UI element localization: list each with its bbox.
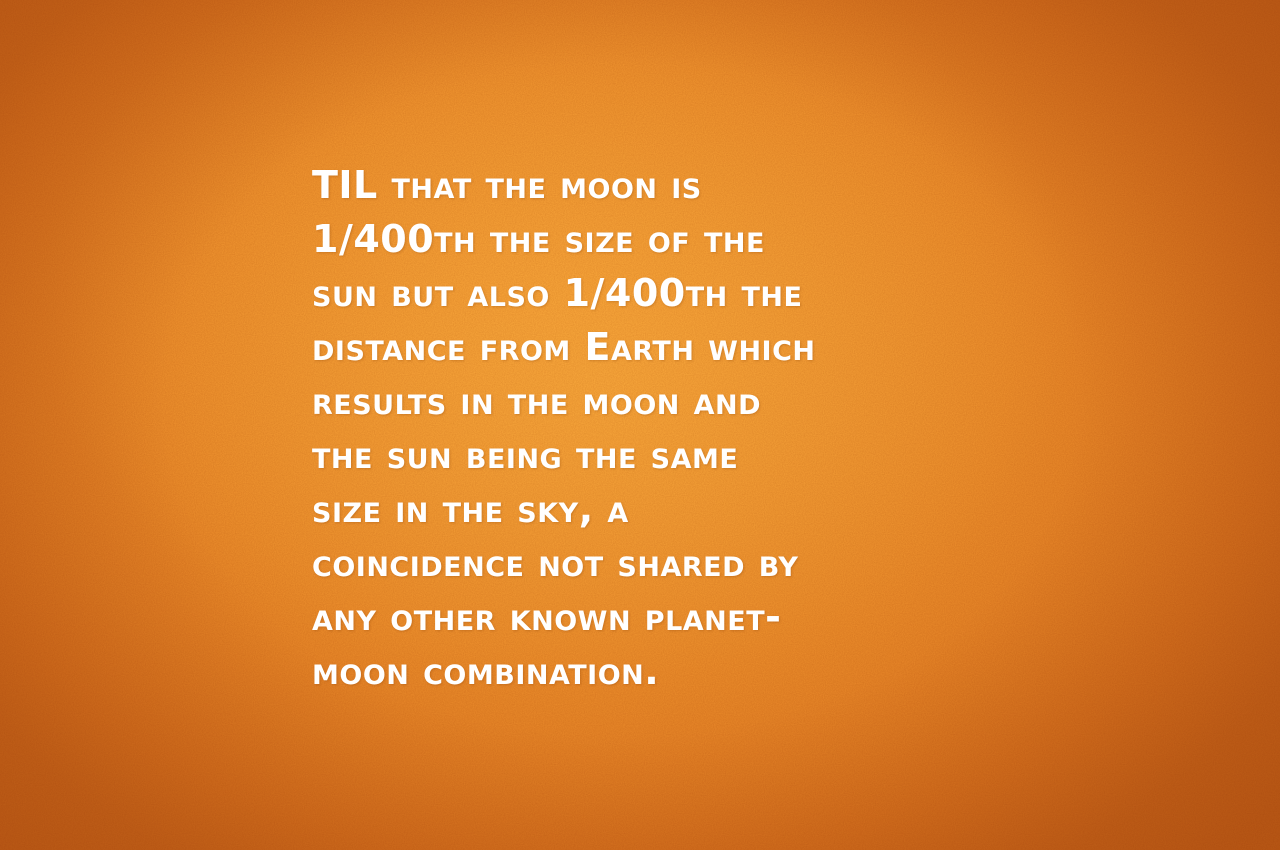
fact-line-10: moon combination.	[312, 649, 660, 693]
fact-line-3: sun but also 1/400th the	[312, 271, 803, 315]
fact-line-1: TIL that the moon is	[312, 163, 702, 207]
orange-textured-background: TIL that the moon is 1/400th the size of…	[0, 0, 1280, 850]
fact-text: TIL that the moon is 1/400th the size of…	[312, 158, 992, 698]
fact-line-9: any other known planet-	[312, 595, 782, 639]
fact-line-5: results in the moon and	[312, 379, 761, 423]
fact-line-7: size in the sky, a	[312, 487, 629, 531]
fact-line-4: distance from Earth which	[312, 325, 816, 369]
fact-line-8: coincidence not shared by	[312, 541, 799, 585]
fact-line-6: the sun being the same	[312, 433, 739, 477]
fact-line-2: 1/400th the size of the	[312, 217, 765, 261]
